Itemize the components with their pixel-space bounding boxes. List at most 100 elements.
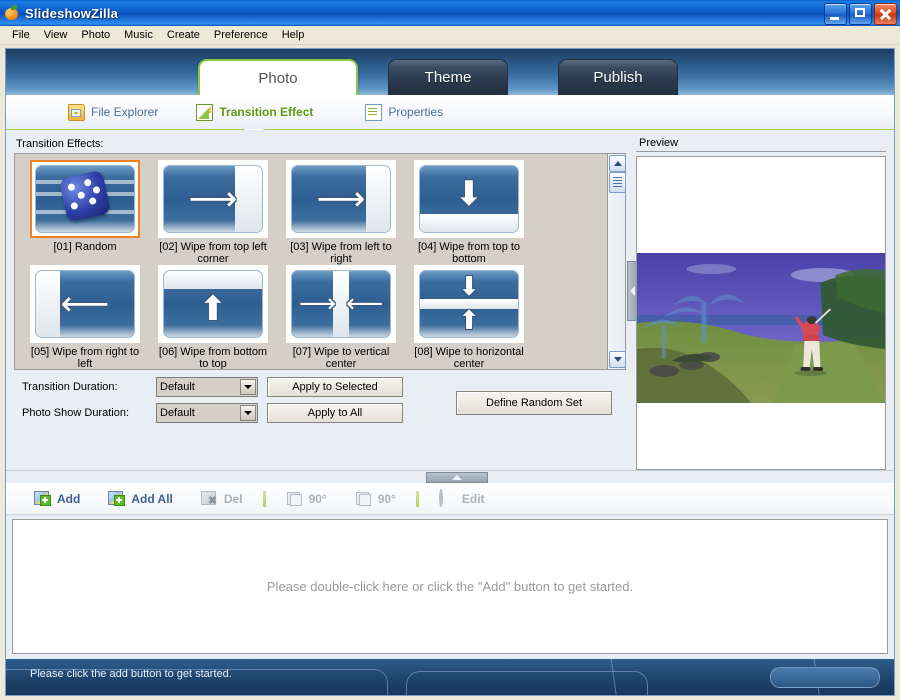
photo-show-duration-value: Default <box>160 407 195 419</box>
document-icon <box>365 103 383 121</box>
menu-item-help[interactable]: Help <box>275 28 312 42</box>
effects-left-column: Transition Effects: [01] Random ⟶ [02] Wip… <box>14 136 626 470</box>
chevron-down-icon[interactable] <box>240 379 256 395</box>
arrow-down-icon: ⬇ <box>419 165 519 233</box>
menu-item-preference[interactable]: Preference <box>207 28 275 42</box>
rotate-right-icon <box>355 491 372 506</box>
transition-effect-item[interactable]: [01] Random <box>21 160 149 253</box>
minimize-button[interactable] <box>824 3 847 25</box>
effect-caption: [06] Wipe from bottom to top <box>158 346 268 369</box>
duration-controls: Transition Duration: Default Apply to Se… <box>14 377 626 437</box>
transition-effect-item[interactable]: ⟶ [03] Wipe from left to right <box>277 160 405 265</box>
sub-tab-file-explorer[interactable]: File Explorer <box>54 95 172 129</box>
preview-image-box[interactable] <box>636 156 886 470</box>
add-photo-icon <box>34 491 51 506</box>
transition-effect-item[interactable]: ⟶ ⟵ [07] Wipe to vertical center <box>277 265 405 369</box>
sub-tab-bar: File Explorer Transition Effect Properti… <box>6 95 894 138</box>
client-area: Photo Theme Publish File Explorer Transi… <box>0 45 900 700</box>
apply-to-all-button[interactable]: Apply to All <box>267 403 403 423</box>
chevron-down-icon[interactable] <box>240 405 256 421</box>
effect-thumbnail[interactable]: ⬇ ⬆ <box>414 265 524 343</box>
scroll-down-icon[interactable] <box>609 351 626 368</box>
transition-effect-item[interactable]: ⟶ [02] Wipe from top left corner <box>149 160 277 265</box>
photo-show-duration-label: Photo Show Duration: <box>22 407 130 419</box>
menu-item-music[interactable]: Music <box>117 28 160 42</box>
effect-thumbnail[interactable]: ⬆ <box>158 265 268 343</box>
status-pill-decoration <box>770 667 880 688</box>
effect-caption: [03] Wipe from left to right <box>290 241 392 265</box>
tab-theme[interactable]: Theme <box>388 59 508 95</box>
effect-caption: [04] Wipe from top to bottom <box>417 241 521 265</box>
effect-thumbnail[interactable]: ⟶ ⟵ <box>286 265 396 343</box>
app-icon <box>4 5 20 21</box>
sub-tab-label: File Explorer <box>91 105 159 119</box>
effect-thumbnail[interactable]: ⬇ <box>414 160 524 238</box>
application-window: SlideshowZilla File View Photo Music Cre… <box>0 0 900 700</box>
horizontal-splitter[interactable] <box>6 470 894 483</box>
menu-item-file[interactable]: File <box>5 28 37 42</box>
menu-bar: File View Photo Music Create Preference … <box>0 26 900 45</box>
scroll-up-icon[interactable] <box>609 155 626 172</box>
window-title: SlideshowZilla <box>25 5 119 21</box>
apply-to-selected-button[interactable]: Apply to Selected <box>267 377 403 397</box>
transition-duration-label: Transition Duration: <box>22 381 118 393</box>
photo-toolbar: Add Add All ✖ Del 90° 90° Edit <box>6 483 894 515</box>
sub-tab-transition-effect[interactable]: Transition Effect <box>182 95 327 138</box>
arrow-down-right-icon: ⟶ <box>163 165 263 233</box>
toolbar-label: 90° <box>377 491 396 506</box>
rotate-left-icon <box>286 491 303 506</box>
effect-thumbnail[interactable] <box>30 160 140 238</box>
menu-item-view[interactable]: View <box>37 28 75 42</box>
define-random-set-button[interactable]: Define Random Set <box>456 391 612 415</box>
status-bar: Please click the add button to get start… <box>6 659 894 695</box>
status-decoration <box>406 671 648 695</box>
transition-effect-item[interactable]: ⬇ [04] Wipe from top to bottom <box>405 160 533 265</box>
transition-effects-panel: Transition Effects: [01] Random ⟶ [02] Wip… <box>6 130 894 470</box>
tab-photo[interactable]: Photo <box>198 59 358 95</box>
preview-title: Preview <box>636 136 886 152</box>
scrollbar-thumb[interactable] <box>609 172 626 193</box>
toolbar-button-add[interactable]: Add <box>20 483 94 515</box>
arrow-right-icon: ⟶ <box>291 165 391 233</box>
toolbar-button-del: ✖ Del <box>187 483 257 515</box>
effect-caption: [08] Wipe to horizontal center <box>414 346 524 369</box>
tab-publish[interactable]: Publish <box>558 59 678 95</box>
preview-panel: Preview <box>636 136 886 470</box>
toolbar-button-add-all[interactable]: Add All <box>94 483 187 515</box>
effect-thumbnail[interactable]: ⟶ <box>158 160 268 238</box>
arrow-left-icon: ⟵ <box>35 270 135 338</box>
add-all-photos-icon <box>108 491 126 506</box>
vertical-splitter[interactable] <box>626 136 638 470</box>
toolbar-label: 90° <box>308 491 327 506</box>
effects-list-container: [01] Random ⟶ [02] Wipe from top left corn… <box>14 153 626 370</box>
transition-duration-select[interactable]: Default <box>156 377 258 397</box>
split-horizontal-icon: ⟶ ⟵ <box>291 270 391 338</box>
transition-effect-item[interactable]: ⟵ [05] Wipe from right to left <box>21 265 149 369</box>
folder-icon <box>68 103 85 121</box>
sub-tab-properties[interactable]: Properties <box>351 95 457 129</box>
title-bar: SlideshowZilla <box>0 0 900 26</box>
edit-gear-icon <box>438 489 456 507</box>
menu-item-photo[interactable]: Photo <box>74 28 117 42</box>
toolbar-button-edit: Edit <box>425 483 499 515</box>
photo-show-duration-select[interactable]: Default <box>156 403 258 423</box>
sub-tab-label: Properties <box>388 105 444 119</box>
toolbar-label: Edit <box>461 491 485 506</box>
transition-effects-heading: Transition Effects: <box>16 138 104 150</box>
transition-effect-item[interactable]: ⬇ ⬆ [08] Wipe to horizontal center <box>405 265 533 369</box>
effect-thumbnail[interactable]: ⟵ <box>30 265 140 343</box>
collapse-upper-handle[interactable] <box>426 472 488 483</box>
maximize-button[interactable] <box>849 3 872 25</box>
toolbar-button-90: 90° <box>272 483 341 515</box>
effect-thumbnail[interactable]: ⟶ <box>286 160 396 238</box>
close-button[interactable] <box>874 3 897 25</box>
transition-effect-item[interactable]: ⬆ [06] Wipe from bottom to top <box>149 265 277 369</box>
effects-grid[interactable]: [01] Random ⟶ [02] Wipe from top left corn… <box>15 154 607 369</box>
dice-icon <box>35 165 135 233</box>
photo-drop-zone[interactable]: Please double-click here or click the "A… <box>12 519 888 654</box>
effects-scrollbar[interactable] <box>607 154 626 369</box>
transition-duration-value: Default <box>160 381 195 393</box>
preview-photo <box>637 253 885 403</box>
menu-item-create[interactable]: Create <box>160 28 207 42</box>
photo-list-area: Please double-click here or click the "A… <box>6 515 894 659</box>
